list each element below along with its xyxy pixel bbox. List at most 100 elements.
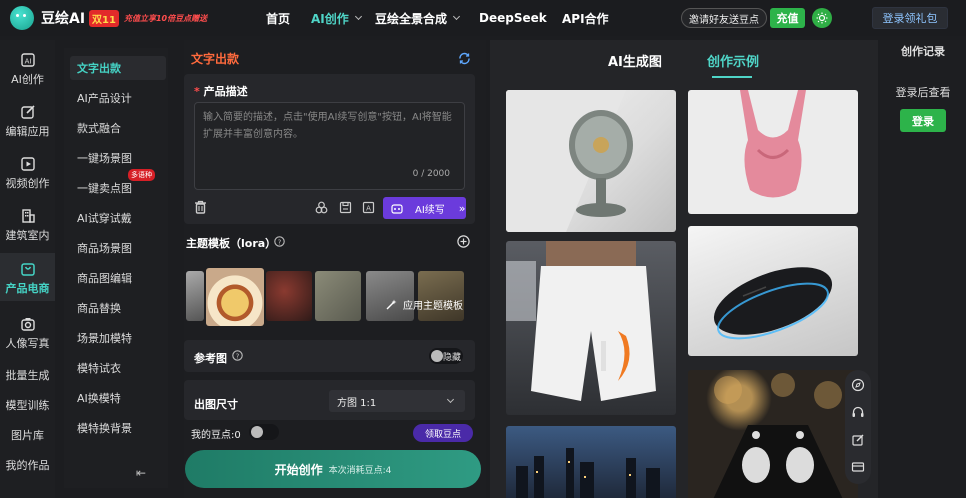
sub-nav-item[interactable]: AI换模特 [70,386,166,410]
nav-home[interactable]: 首页 [266,0,290,36]
left-nav-model-training[interactable]: 模型训练 [0,397,55,413]
nav-label: DeepSeek [479,11,547,25]
translate-icon[interactable]: A [362,201,375,214]
example-image-swimsuit[interactable] [688,90,858,214]
mouse-illustration [713,267,833,340]
card-icon[interactable] [851,460,865,474]
example-image-earrings[interactable] [688,370,858,498]
history-panel: 创作记录 登录后查看 登录 [880,40,966,498]
size-label: 出图尺寸 [194,398,238,411]
ai-write-button[interactable]: AI续写 » [383,197,466,219]
promo-text[interactable]: 充值立享10倍豆点赠送 [124,13,207,24]
history-login-button[interactable]: 登录 [900,109,946,132]
compass-icon[interactable] [851,378,865,392]
multilang-badge: 多语种 [128,169,155,181]
active-tab-indicator [712,76,752,78]
apply-theme-button[interactable]: 应用主题模板 [386,297,463,312]
tab-examples[interactable]: 创作示例 [707,51,759,70]
sub-nav: 文字出款 AI产品设计 款式融合 一键场景图 一键卖点图 多语种 AI试穿试戴 商… [64,48,168,488]
add-circle-icon[interactable] [457,235,470,248]
edit-icon [20,105,35,119]
cost-label: 本次消耗豆点:4 [328,465,392,476]
invite-button[interactable]: 邀请好友送豆点 [681,8,767,28]
theme-toggle-button[interactable] [812,8,832,28]
camera-icon [20,318,35,331]
sub-nav-item[interactable]: 商品场景图 [70,236,166,260]
recharge-button[interactable]: 充值 [770,8,805,28]
template-thumb-cake[interactable] [206,268,264,326]
nav-api[interactable]: API合作 [562,0,609,36]
left-nav-ecommerce[interactable]: 产品电商 [0,253,55,301]
double-chevron-right-icon: » [458,201,466,215]
svg-text:A: A [366,205,371,213]
hide-label: 隐藏 [443,353,462,363]
trash-icon[interactable] [194,200,207,214]
nav-deepseek[interactable]: DeepSeek [479,0,547,36]
example-image-mouse[interactable] [688,226,858,356]
refresh-icon[interactable] [458,52,471,65]
nav-panorama[interactable]: 豆绘全景合成 [375,0,461,36]
template-thumb[interactable] [366,271,414,321]
promo-badge[interactable]: 双11 [89,9,119,27]
size-value: 方图 1:1 [337,397,377,409]
headset-icon[interactable] [851,405,865,419]
logo[interactable]: 豆绘AI 双11 充值立享10倍豆点赠送 [10,6,207,30]
sub-nav-item[interactable]: 模特换背景 [70,416,166,440]
login-gift-button[interactable]: 登录领礼包 [872,7,948,29]
nav-label: 豆绘全景合成 [375,11,448,26]
left-nav-gallery[interactable]: 图片库 [0,427,55,443]
sub-nav-item[interactable]: 文字出款 [70,56,166,80]
beans-toggle[interactable] [249,424,279,444]
example-image-fan[interactable] [506,90,676,232]
panel-title: 文字出款 [191,52,240,66]
hide-toggle[interactable]: 隐藏 [429,348,463,368]
claim-beans-button[interactable]: 领取豆点 [413,424,473,442]
ai-icon: AI [20,53,35,67]
size-select[interactable]: 方图 1:1 [329,390,465,412]
left-nav-edit[interactable]: 编辑应用 [0,104,55,140]
logo-text: 豆绘AI [41,11,86,27]
left-nav-portrait[interactable]: 人像写真 [0,316,55,352]
floating-toolbar [845,370,871,484]
shorts-illustration [506,241,656,401]
logo-icon [10,6,34,30]
sub-nav-item[interactable]: 一键场景图 [70,146,166,170]
left-nav-ai-create[interactable]: AI AI创作 [0,52,55,88]
example-image-shorts[interactable] [506,241,676,415]
wand-icon [386,299,397,310]
sub-nav-item[interactable]: 款式融合 [70,116,166,140]
help-icon[interactable]: ? [274,236,285,247]
template-thumb[interactable] [315,271,361,321]
template-thumb[interactable] [186,271,204,321]
circles-icon[interactable] [315,201,328,214]
start-create-button[interactable]: 开始创作 本次消耗豆点:4 [185,450,481,488]
sub-nav-item[interactable]: 商品替换 [70,296,166,320]
sub-nav-item[interactable]: 商品图编辑 [70,266,166,290]
sub-nav-item[interactable]: AI试穿试戴 [70,206,166,230]
theme-label: 主题模板（lora） [186,237,277,250]
sub-nav-item[interactable]: 一键卖点图 多语种 [70,169,166,200]
sub-nav-item[interactable]: 模特试衣 [70,356,166,380]
template-thumb[interactable] [266,271,312,321]
sub-nav-item[interactable]: 场景加模特 [70,326,166,350]
left-nav-batch[interactable]: 批量生成 [0,367,55,383]
example-image-city[interactable] [506,426,676,498]
sun-icon [816,12,828,24]
reference-section: 参考图 ? 隐藏 [184,340,475,372]
description-placeholder: 输入简要的描述，点击"使用AI续写创意"按钮，AI将智能扩展并丰富创意内容。 [203,112,452,140]
help-icon[interactable]: ? [232,350,243,361]
tab-ai-generated[interactable]: AI生成图 [608,51,662,70]
fan-illustration [506,90,633,232]
left-nav-video[interactable]: 视频创作 [0,156,55,192]
collapse-sidebar-icon[interactable]: ⇤ [136,466,146,480]
sub-nav-item[interactable]: AI产品设计 [70,86,166,110]
chevron-down-icon [354,12,362,20]
edit-icon[interactable] [851,433,865,447]
description-textarea[interactable]: 输入简要的描述，点击"使用AI续写创意"按钮，AI将智能扩展并丰富创意内容。 0… [194,102,465,190]
swimsuit-illustration [740,90,806,198]
template-thumb[interactable] [418,271,464,321]
save-icon[interactable] [339,201,352,214]
left-nav-my-works[interactable]: 我的作品 [0,457,55,473]
nav-ai-create[interactable]: AI创作 [311,0,362,36]
left-nav-building[interactable]: 建筑室内 [0,208,55,244]
